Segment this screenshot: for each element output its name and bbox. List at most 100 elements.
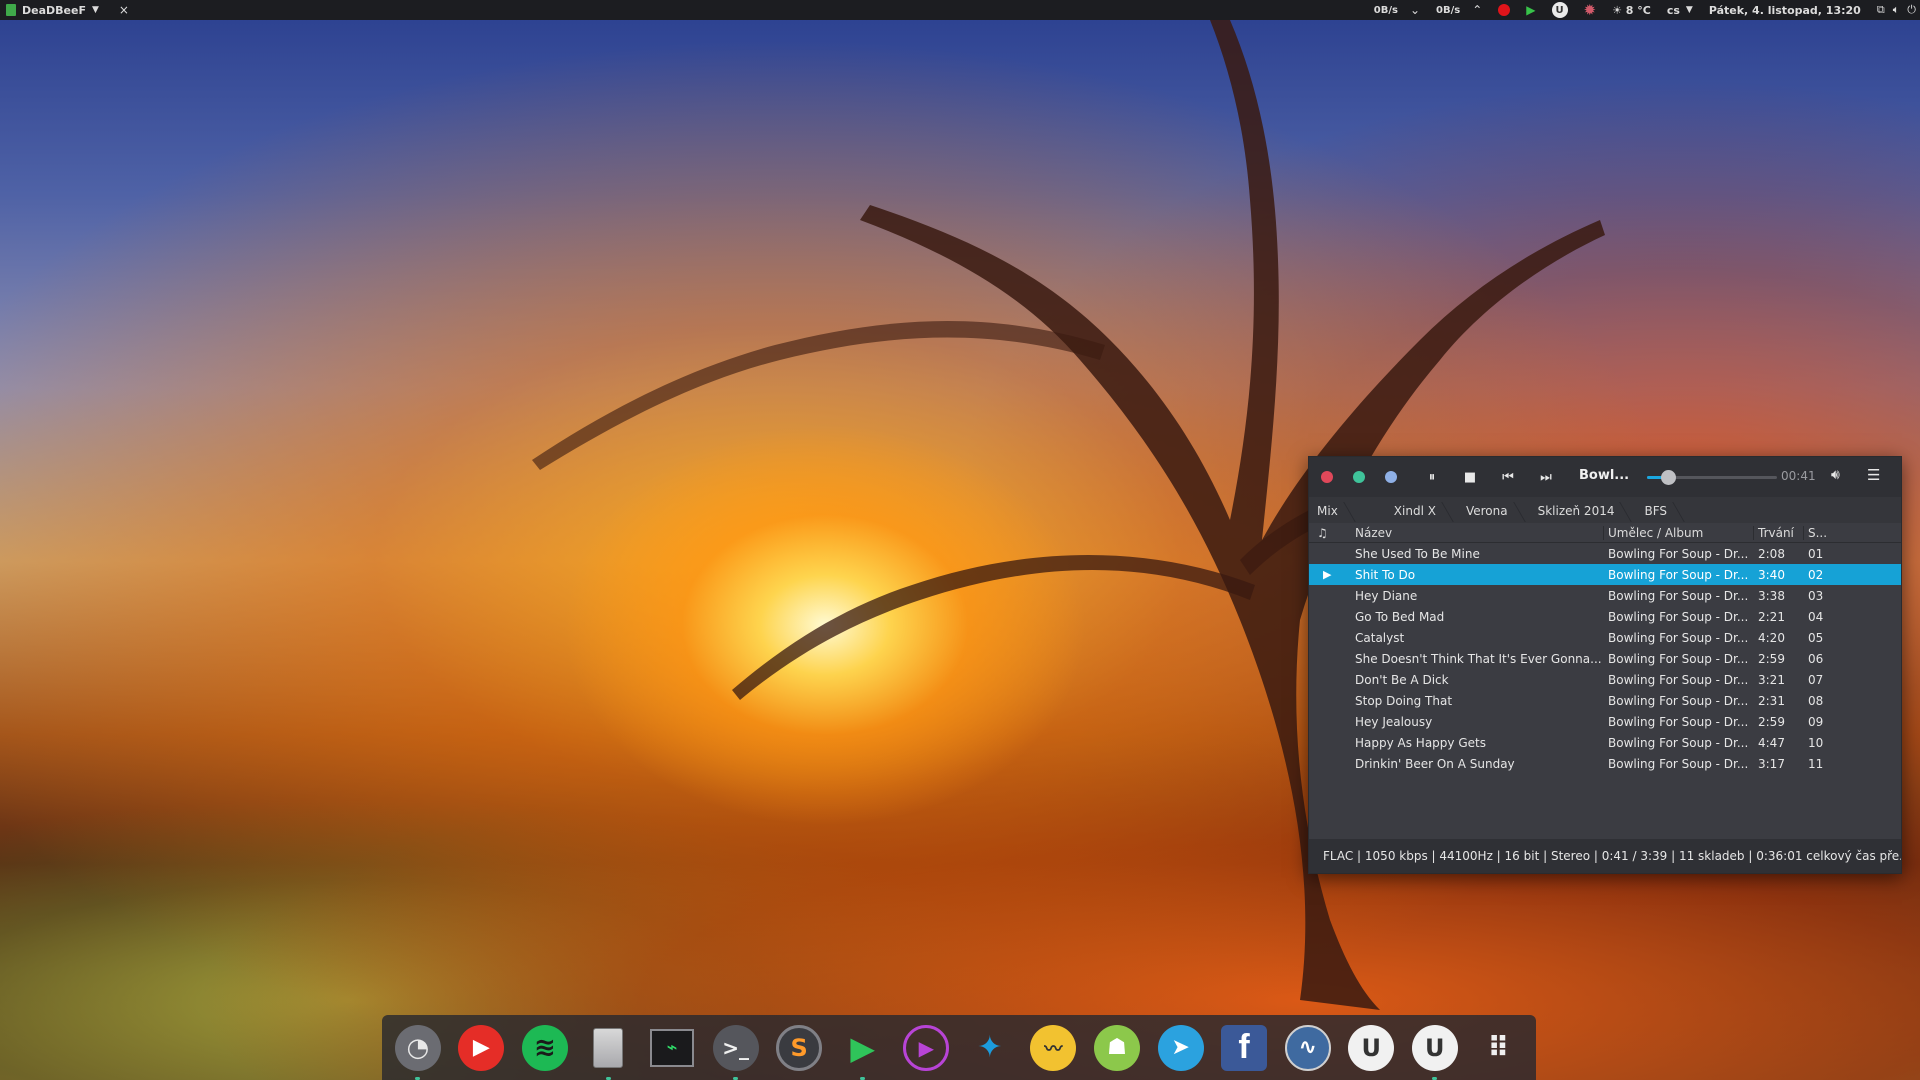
- playlist-row[interactable]: She Used To Be Mine Bowling For Soup - Dr…: [1309, 543, 1901, 564]
- dock-item[interactable]: ✦: [964, 1022, 1016, 1074]
- playlist-row[interactable]: Happy As Happy Gets Bowling For Soup - Dr…: [1309, 732, 1901, 753]
- track-duration: 3:21: [1758, 672, 1785, 687]
- playlist-row[interactable]: Hey Diane Bowling For Soup - Dr... 3:38 03: [1309, 585, 1901, 606]
- playlist-row[interactable]: Don't Be A Dick Bowling For Soup - Dr... 3…: [1309, 669, 1901, 690]
- google-play-icon: ▶: [850, 1028, 876, 1067]
- playlist-row[interactable]: Hey Jealousy Bowling For Soup - Dr... 2:59…: [1309, 711, 1901, 732]
- track-artist-album: Bowling For Soup - Dr...: [1608, 672, 1749, 687]
- column-status-header[interactable]: ♫: [1309, 526, 1355, 540]
- dock-item[interactable]: 〰: [1028, 1022, 1080, 1074]
- track-number: 09: [1808, 714, 1824, 729]
- dock-item[interactable]: f: [1218, 1022, 1270, 1074]
- dock-item[interactable]: S: [773, 1022, 825, 1074]
- dock-item[interactable]: ≋: [519, 1022, 571, 1074]
- dock-item[interactable]: ▶: [837, 1022, 889, 1080]
- playlist-row[interactable]: She Doesn't Think That It's Ever Gonna..…: [1309, 648, 1901, 669]
- u-app-icon-2: U: [1411, 1024, 1458, 1071]
- dock-item[interactable]: ➤: [1155, 1022, 1207, 1074]
- dock-item[interactable]: >_: [710, 1022, 762, 1080]
- column-number-header[interactable]: S...: [1803, 525, 1901, 540]
- window-close-button[interactable]: [1321, 471, 1333, 483]
- dock-item[interactable]: ▶: [901, 1022, 953, 1074]
- power-icon[interactable]: ⏻: [1907, 0, 1916, 20]
- playlist-tab[interactable]: BFS: [1636, 499, 1675, 523]
- seek-handle[interactable]: [1660, 470, 1676, 485]
- playlist-tab[interactable]: Xindl X: [1386, 499, 1444, 523]
- playlist-row[interactable]: Go To Bed Mad Bowling For Soup - Dr... 2:2…: [1309, 606, 1901, 627]
- column-title-header[interactable]: Název: [1355, 526, 1603, 540]
- stop-button[interactable]: ■: [1459, 467, 1481, 487]
- volume-icon[interactable]: 🔈︎: [1893, 0, 1900, 20]
- track-title: She Used To Be Mine: [1355, 546, 1480, 561]
- sublime-text-icon: S: [776, 1024, 823, 1071]
- dock-item[interactable]: U: [1409, 1022, 1461, 1080]
- track-title: Hey Diane: [1355, 588, 1418, 603]
- column-duration-header[interactable]: Trvání: [1753, 525, 1803, 540]
- dock-item[interactable]: ▶: [456, 1022, 508, 1074]
- dock-item[interactable]: U: [1345, 1022, 1397, 1074]
- kodi-icon: ✦: [977, 1030, 1003, 1065]
- u-tray-icon[interactable]: U: [1551, 0, 1568, 20]
- playlist-row[interactable]: Catalyst Bowling For Soup - Dr... 4:20 05: [1309, 627, 1901, 648]
- playlist-tab[interactable]: Verona: [1458, 499, 1516, 523]
- pause-button[interactable]: ⏸: [1421, 467, 1443, 487]
- player-toolbar: ⏸ ■ ⏮ ⏭ Bowl... 00:41 🔊︎ ☰: [1309, 457, 1901, 497]
- layout-caret-icon[interactable]: ▼: [1686, 0, 1693, 20]
- app-menu-caret-icon[interactable]: ▼: [92, 5, 99, 15]
- window-minimize-button[interactable]: [1353, 471, 1365, 483]
- net-download-speed: 0B/s: [1373, 4, 1398, 16]
- chevron-up-icon[interactable]: ⌃: [1472, 0, 1482, 20]
- dock-item[interactable]: ☗: [1091, 1022, 1143, 1074]
- mustache-app-icon: 〰: [1030, 1024, 1077, 1071]
- track-title: She Doesn't Think That It's Ever Gonna..…: [1355, 651, 1602, 666]
- u-app-icon: U: [1348, 1024, 1395, 1071]
- app-grid-icon: ⠿: [1487, 1031, 1510, 1064]
- chevron-down-icon[interactable]: ⌄: [1410, 0, 1420, 20]
- files-icon: [585, 1025, 631, 1071]
- gear-icon[interactable]: ✹: [1584, 0, 1597, 20]
- youtube-icon: ▶: [458, 1024, 505, 1071]
- facebook-icon: f: [1221, 1024, 1268, 1071]
- playlist-tab[interactable]: Mix: [1309, 499, 1346, 523]
- dock-item[interactable]: ⌁: [646, 1022, 698, 1074]
- elapsed-time: 00:41: [1781, 469, 1816, 483]
- play-indicator-icon[interactable]: ▶: [1526, 0, 1535, 20]
- network-icon[interactable]: ⧉: [1877, 0, 1885, 20]
- playlist-row[interactable]: ▶ Shit To Do Bowling For Soup - Dr... 3:40 0…: [1309, 564, 1901, 585]
- weather-indicator[interactable]: ☀ 8 °C: [1612, 0, 1651, 20]
- next-button[interactable]: ⏭: [1535, 467, 1557, 487]
- volume-icon[interactable]: 🔊︎: [1831, 467, 1840, 483]
- track-title: Catalyst: [1355, 630, 1405, 645]
- playlist-rows: She Used To Be Mine Bowling For Soup - Dr…: [1309, 543, 1901, 774]
- track-number: 08: [1808, 693, 1824, 708]
- previous-button[interactable]: ⏮: [1497, 467, 1519, 487]
- track-duration: 2:21: [1758, 609, 1785, 624]
- column-artist-header[interactable]: Umělec / Album: [1603, 525, 1753, 540]
- playlist-row[interactable]: Drinkin' Beer On A Sunday Bowling For Sou…: [1309, 753, 1901, 774]
- track-number: 11: [1808, 756, 1824, 771]
- keyboard-layout[interactable]: cs: [1667, 0, 1680, 20]
- playing-indicator-icon: ▶: [1323, 568, 1332, 581]
- playlist-tab[interactable]: Sklizeň 2014: [1530, 499, 1623, 523]
- running-indicator: [605, 1076, 611, 1080]
- dock-item[interactable]: ⠿: [1473, 1022, 1525, 1074]
- seek-slider[interactable]: [1647, 470, 1777, 485]
- running-indicator: [732, 1076, 738, 1080]
- playlist-row[interactable]: Stop Doing That Bowling For Soup - Dr... 2…: [1309, 690, 1901, 711]
- track-title: Don't Be A Dick: [1355, 672, 1449, 687]
- deadbeef-app-icon: [6, 4, 16, 16]
- window-maximize-button[interactable]: [1385, 471, 1397, 483]
- track-artist-album: Bowling For Soup - Dr...: [1608, 756, 1749, 771]
- track-number: 05: [1808, 630, 1824, 645]
- dock-item[interactable]: ◔: [392, 1022, 444, 1080]
- dock-item[interactable]: [583, 1022, 635, 1080]
- close-window-icon[interactable]: ×: [119, 3, 129, 17]
- notification-red-icon[interactable]: [1498, 0, 1511, 20]
- running-indicator: [415, 1076, 420, 1080]
- dock-item[interactable]: ∿: [1282, 1022, 1334, 1074]
- clock-datetime[interactable]: Pátek, 4. listopad, 13:20: [1709, 0, 1861, 20]
- track-duration: 2:31: [1758, 693, 1785, 708]
- hamburger-menu-icon[interactable]: ☰: [1867, 466, 1880, 484]
- active-app-title[interactable]: DeaDBeeF: [22, 4, 86, 17]
- track-title: Hey Jealousy: [1355, 714, 1433, 729]
